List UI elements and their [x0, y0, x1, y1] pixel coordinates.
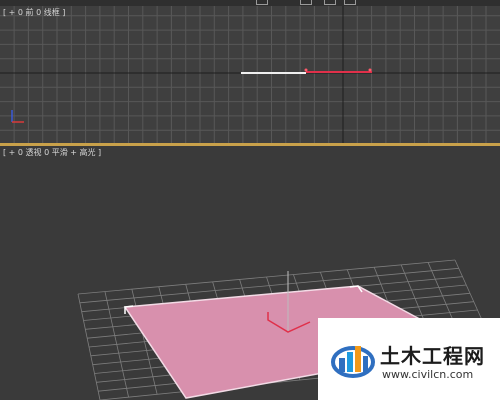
- viewport-label[interactable]: [ + 0 前 0 线框 ]: [3, 8, 65, 18]
- watermark-url: www.civilcn.com: [382, 368, 474, 381]
- watermark-title: 土木工程网: [380, 344, 485, 368]
- toolbar-button-fragment[interactable]: [344, 0, 356, 5]
- watermark: 土木工程网 www.civilcn.com: [318, 318, 500, 400]
- front-viewport[interactable]: [ + 0 前 0 线框 ]: [0, 6, 500, 143]
- front-viewport-grid: [0, 6, 500, 143]
- civilcn-logo-icon: [331, 346, 375, 378]
- toolbar-button-fragment[interactable]: [256, 0, 268, 5]
- viewport-label[interactable]: [ + 0 透视 0 平滑 + 高光 ]: [3, 148, 101, 158]
- toolbar-button-fragment[interactable]: [300, 0, 312, 5]
- toolbar-button-fragment[interactable]: [324, 0, 336, 5]
